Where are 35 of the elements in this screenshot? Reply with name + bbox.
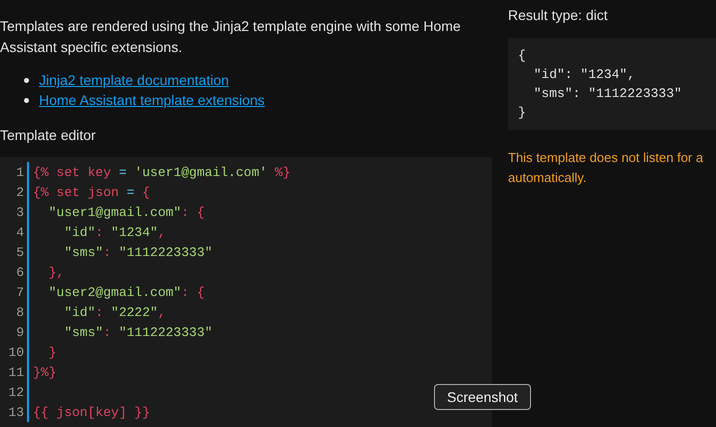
code-line: "sms": "1112223333" — [63, 324, 212, 340]
line-number: 13 — [7, 404, 25, 420]
code-line: } — [48, 344, 56, 360]
line-number: 2 — [15, 184, 25, 200]
line-number: 5 — [15, 244, 25, 260]
line-number: 3 — [15, 204, 25, 220]
code-line: "sms": "1112223333" — [63, 244, 212, 260]
code-line: }, — [48, 264, 64, 280]
code-line: }%} — [33, 364, 56, 380]
line-number: 6 — [15, 264, 25, 280]
tooltip: Screenshot — [434, 384, 531, 410]
result-output: { "id": "1234", "sms": "1112223333" } — [508, 38, 716, 130]
documentation-link[interactable]: Jinja2 template documentation — [39, 72, 229, 88]
bullet-icon — [24, 78, 29, 82]
code-line: {% set json = { — [33, 184, 150, 200]
line-number: 8 — [15, 304, 25, 320]
code-line: "id": "1234", — [63, 224, 166, 240]
line-number: 1 — [15, 164, 25, 180]
code-line: {{ json[key] }} — [33, 404, 150, 420]
bullet-icon — [24, 98, 29, 102]
editor-label: Template editor — [0, 126, 97, 145]
line-number: 10 — [7, 344, 25, 360]
line-number: 11 — [7, 364, 25, 380]
code-line: "user1@gmail.com": { — [48, 204, 205, 220]
line-number: 9 — [15, 324, 25, 340]
line-number: 7 — [15, 284, 25, 300]
line-number: 4 — [15, 224, 25, 240]
code-line: {% set key = 'user1@gmail.com' %} — [33, 164, 290, 180]
intro-text: Templates are rendered using the Jinja2 template engine with some Home Assistant specific extensions. — [0, 17, 462, 57]
documentation-link[interactable]: Home Assistant template extensions — [39, 92, 265, 108]
warning-text: This template does not listen for a automatically. — [508, 149, 704, 187]
code-line: "user2@gmail.com": { — [48, 284, 205, 300]
code-line: "id": "2222", — [63, 304, 166, 320]
result-type-label: Result type: dict — [508, 6, 609, 25]
line-number: 12 — [7, 384, 25, 400]
